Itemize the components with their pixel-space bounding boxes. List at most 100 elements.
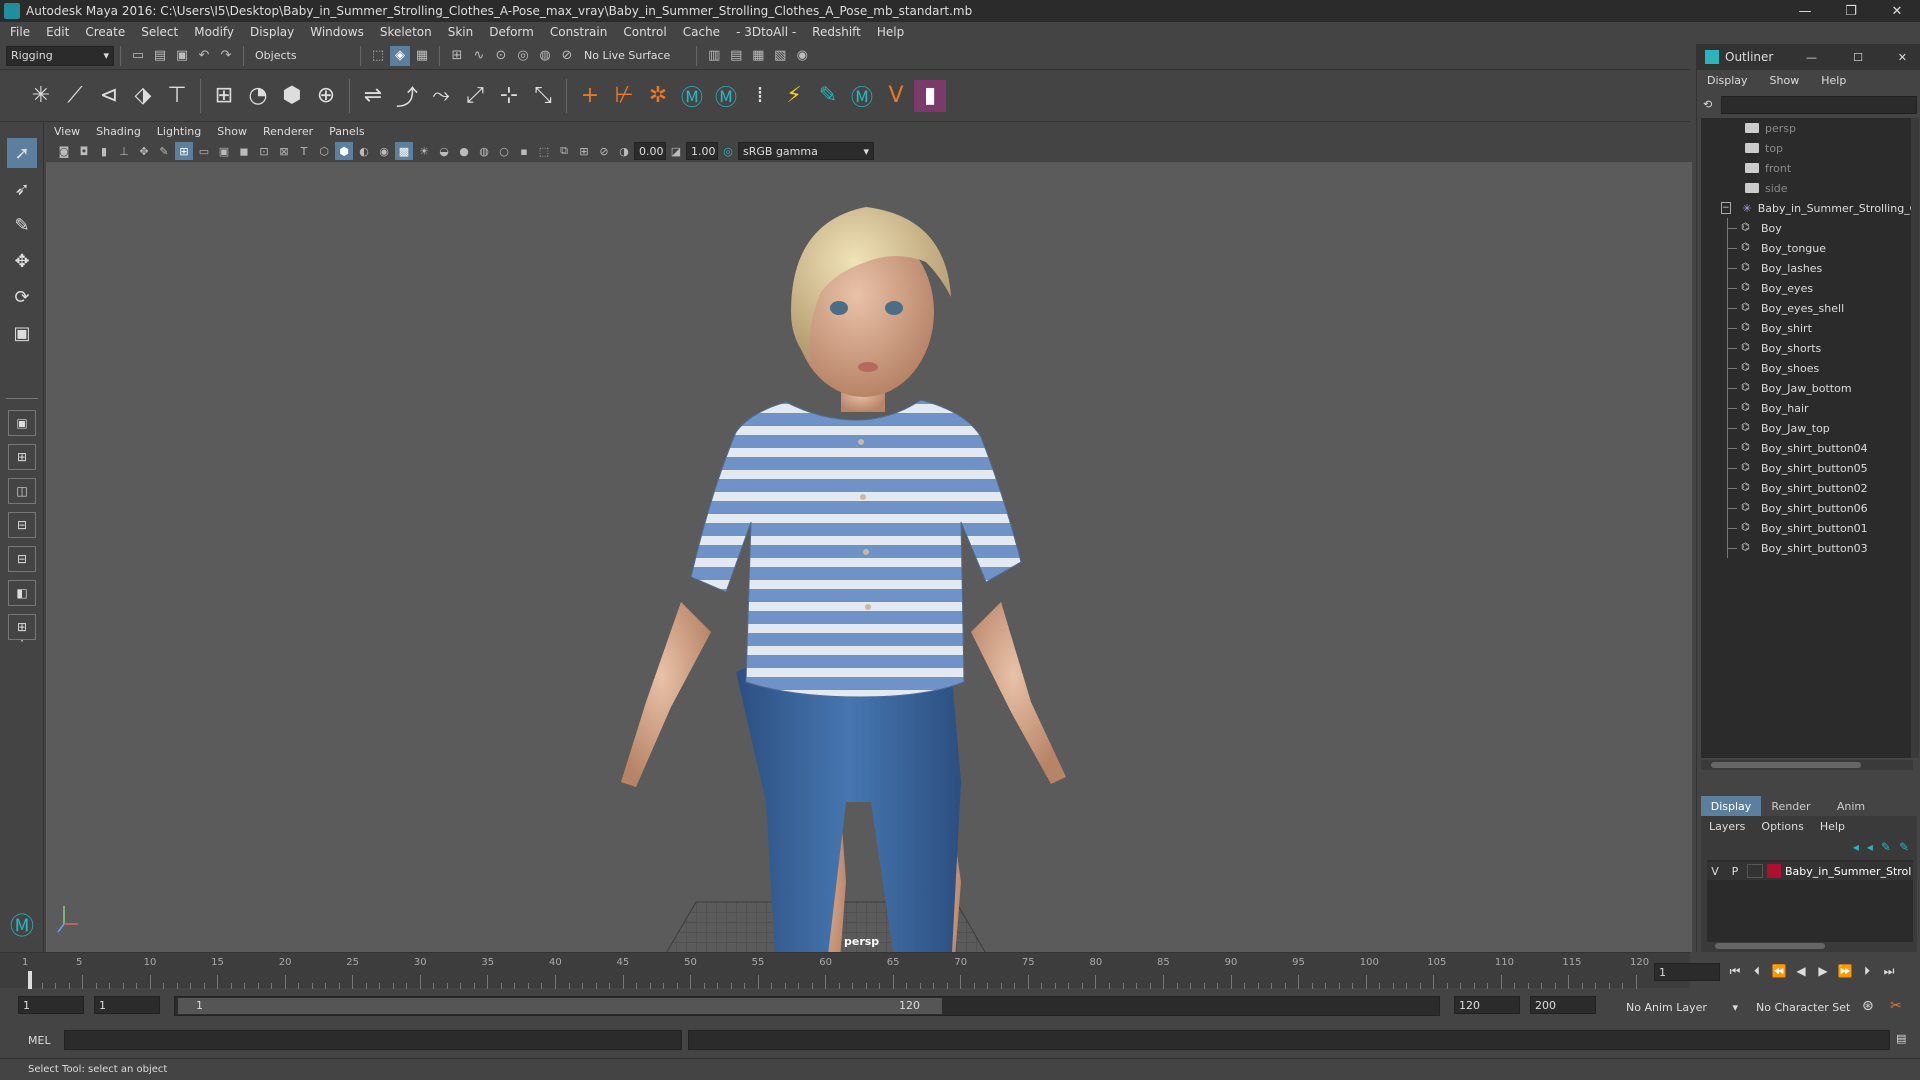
outliner-camera-front[interactable]: front [1701,158,1913,178]
step-forward-icon[interactable]: ⏵ [1856,961,1878,981]
locator-icon[interactable]: + [574,80,606,112]
pole-vector-icon[interactable]: ⤡ [527,80,559,112]
grease-pencil-icon[interactable]: ✎ [155,142,173,160]
ipr-render-icon[interactable]: ▦ [748,46,768,66]
paint-select-icon[interactable]: ✎ [7,210,37,240]
open-scene-icon[interactable]: ▤ [150,46,170,66]
menu-control[interactable]: Control [623,25,666,39]
menu-set-dropdown[interactable]: Rigging ▾ [6,45,114,66]
snap-curve-icon[interactable]: ∿ [469,46,489,66]
isolate-select-icon[interactable]: ⬚ [535,142,553,160]
script-editor-icon[interactable]: ▤ [1896,1032,1906,1045]
minimize-button[interactable]: — [1782,0,1828,22]
shadows-icon[interactable]: ◒ [435,142,453,160]
gamma-field[interactable]: 1.00 [686,142,718,160]
select-by-hierarchy-icon[interactable]: ⬚ [368,46,388,66]
playback-start-field[interactable]: 1 [94,996,160,1014]
aim-constraint-icon[interactable]: ⊹ [493,80,525,112]
gamma-icon[interactable]: ◪ [667,142,685,160]
outliner-group-row[interactable]: − ✳ Baby_in_Summer_Strolling_C [1701,198,1913,218]
vp-menu-panels[interactable]: Panels [329,125,364,138]
smooth-bind-icon[interactable]: ◔ [242,80,274,112]
menu-deform[interactable]: Deform [489,25,534,39]
camera-select-icon[interactable]: ◙ [55,142,73,160]
menu-display[interactable]: Display [250,25,294,39]
effector-icon[interactable]: ✲ [642,80,674,112]
outliner-item-boy-shorts[interactable]: ⌬ Boy_shorts [1701,338,1913,358]
exposure-field[interactable]: 0.00 [634,142,666,160]
snap-point-icon[interactable]: ⊙ [491,46,511,66]
vp-menu-show[interactable]: Show [217,125,247,138]
outliner-menu-help[interactable]: Help [1821,74,1846,87]
outliner-menu-display[interactable]: Display [1707,74,1748,87]
maya-a-icon[interactable]: Ⓜ [676,80,708,112]
exposure-icon[interactable]: ◑ [615,142,633,160]
color-management-icon[interactable]: ◎ [719,142,737,160]
outliner-item-boy-jaw-top[interactable]: ⌬ Boy_Jaw_top [1701,418,1913,438]
single-perspective-layout-icon[interactable]: ▣ [8,410,36,436]
outliner-item-boy-eyes-shell[interactable]: ⌬ Boy_eyes_shell [1701,298,1913,318]
select-by-component-icon[interactable]: ▦ [412,46,432,66]
maya-c-icon[interactable]: Ⓜ [846,80,878,112]
layer-menu-options[interactable]: Options [1761,820,1803,833]
layer-row[interactable]: V P Baby_in_Summer_Strol [1707,862,1913,880]
hypershade-layout-icon[interactable]: ⊟ [8,546,36,572]
tab-render[interactable]: Render [1761,796,1821,816]
new-layer-selected-icon[interactable]: ✎ [1899,840,1909,854]
outliner-close-button[interactable]: ✕ [1898,51,1907,64]
insert-joint-icon[interactable]: ⬗ [127,80,159,112]
xray-icon[interactable]: ⧉ [555,142,573,160]
outliner-horizontal-scrollbar[interactable] [1701,760,1913,770]
outliner-item-boy-shirt-button04[interactable]: ⌬ Boy_shirt_button04 [1701,438,1913,458]
tab-anim[interactable]: Anim [1821,796,1881,816]
step-back-icon[interactable]: ⏴ [1746,961,1768,981]
render-view-icon[interactable]: ▧ [770,46,790,66]
paint-weights-icon[interactable]: ✎ [812,80,844,112]
outliner-vertical-scrollbar[interactable] [1911,118,1919,758]
menu-create[interactable]: Create [85,25,125,39]
parent-constraint-icon[interactable]: ⤳ [425,80,457,112]
layer-menu-help[interactable]: Help [1820,820,1845,833]
safe-title-icon[interactable]: T [295,142,313,160]
layer-horizontal-scrollbar[interactable] [1707,942,1913,950]
new-layer-icon[interactable]: ✎ [1881,840,1891,854]
outliner-item-boy-shoes[interactable]: ⌬ Boy_shoes [1701,358,1913,378]
four-view-layout-icon[interactable]: ⊞ [8,444,36,470]
xray-joints-icon[interactable]: ⊞ [575,142,593,160]
current-frame-field[interactable]: 1 [1654,963,1720,981]
mirror-joint-icon[interactable]: ⊤ [161,80,193,112]
joint-tool-icon[interactable]: ✳ [25,80,57,112]
vp-menu-shading[interactable]: Shading [96,125,141,138]
2d-pan-icon[interactable]: ✥ [135,142,153,160]
menu-edit[interactable]: Edit [46,25,69,39]
multisample-aa-icon[interactable]: ○ [495,142,513,160]
outliner-menu-show[interactable]: Show [1770,74,1800,87]
outliner-item-boy-shirt-button05[interactable]: ⌬ Boy_shirt_button05 [1701,458,1913,478]
view-transform-dropdown[interactable]: sRGB gamma ▾ [738,142,874,160]
screen-space-ao-icon[interactable]: ● [455,142,473,160]
ik-spline-icon[interactable]: ⊲ [93,80,125,112]
menu-constrain[interactable]: Constrain [550,25,608,39]
bookmark-icon[interactable]: ▮ [95,142,113,160]
range-slider-handle[interactable]: 1 120 [178,998,942,1014]
menu-file[interactable]: File [10,25,30,39]
ik-handle-icon[interactable]: ⟋ [59,80,91,112]
undo-icon[interactable]: ↶ [194,46,214,66]
snap-grid-icon[interactable]: ⊞ [447,46,467,66]
current-time-marker[interactable] [28,971,32,989]
outliner-item-boy-shirt-button03[interactable]: ⌬ Boy_shirt_button03 [1701,538,1913,558]
use-all-lights-icon[interactable]: ☀ [415,142,433,160]
menu-3dtoall[interactable]: - 3DtoAll - [736,25,796,39]
move-layer-down-icon[interactable]: ◂ [1867,840,1873,854]
xray-components-icon[interactable]: ⊘ [595,142,613,160]
vp-menu-renderer[interactable]: Renderer [263,125,313,138]
vp-menu-view[interactable]: View [54,125,80,138]
snap-surface-icon[interactable]: ◍ [535,46,555,66]
tab-display[interactable]: Display [1701,796,1761,816]
command-input[interactable] [64,1030,682,1050]
outliner-item-boy-shirt-button06[interactable]: ⌬ Boy_shirt_button06 [1701,498,1913,518]
step-forward-key-icon[interactable]: ⏩ [1834,961,1856,981]
camera-attr-icon[interactable]: ◘ [75,142,93,160]
persp-graph-layout-icon[interactable]: ⊟ [8,512,36,538]
lasso-tool-icon[interactable]: ➶ [7,174,37,204]
